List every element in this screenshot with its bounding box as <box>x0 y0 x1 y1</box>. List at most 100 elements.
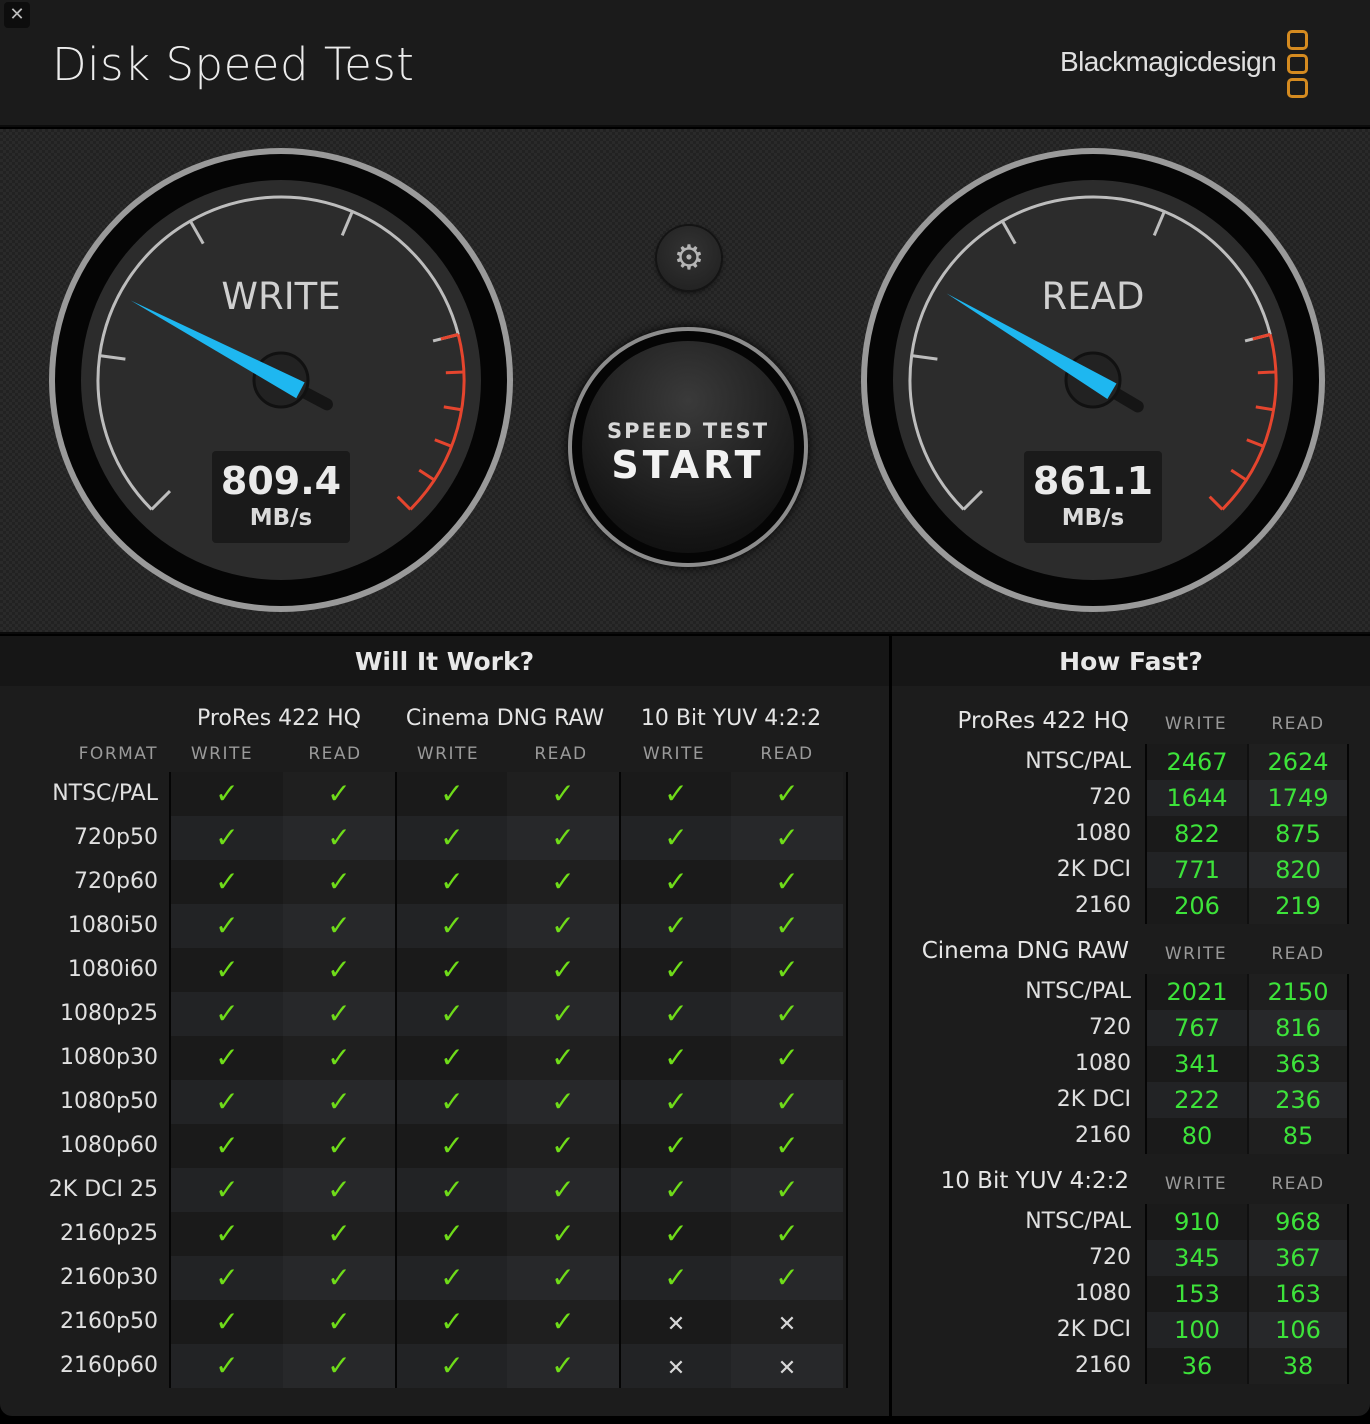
table-row: NTSC/PAL ✓ ✓ ✓ ✓ ✓ ✓ <box>52 772 846 816</box>
section-header: 10 Bit YUV 4:2:2 WRITE READ <box>892 1168 1370 1202</box>
cross-icon: ✕ <box>619 1300 731 1344</box>
format-label: 720 <box>1089 785 1131 810</box>
table-row: NTSC/PAL 2021 2150 <box>1025 974 1347 1010</box>
speed-test-start-button[interactable]: SPEED TEST START <box>568 327 808 567</box>
table-row: 2160p25 ✓ ✓ ✓ ✓ ✓ ✓ <box>60 1212 846 1256</box>
check-icon: ✓ <box>507 1080 619 1124</box>
column-header: WRITE <box>416 744 480 764</box>
check-icon: ✓ <box>395 948 507 992</box>
format-label: 1080p60 <box>60 1133 158 1158</box>
format-label: 1080 <box>1075 821 1131 846</box>
read-fps-value: 163 <box>1247 1276 1347 1312</box>
check-icon: ✓ <box>395 1212 507 1256</box>
read-readout: 861.1 MB/s <box>1024 451 1162 543</box>
write-speed-unit: MB/s <box>249 505 313 531</box>
codec-label: ProRes 422 HQ <box>957 708 1130 734</box>
write-column-header: WRITE <box>1164 1174 1228 1194</box>
check-icon: ✓ <box>619 904 731 948</box>
will-it-work-panel: Will It Work? ProRes 422 HQ Cinema DNG R… <box>0 636 889 1416</box>
check-icon: ✓ <box>171 1168 283 1212</box>
check-icon: ✓ <box>395 1124 507 1168</box>
write-gauge-dial <box>49 148 513 612</box>
check-icon: ✓ <box>283 1212 395 1256</box>
check-icon: ✓ <box>283 1080 395 1124</box>
read-fps-value: 816 <box>1247 1010 1347 1046</box>
check-icon: ✓ <box>619 772 731 816</box>
table-row: 2160 206 219 <box>1075 888 1347 924</box>
check-icon: ✓ <box>395 1036 507 1080</box>
read-gauge-dial <box>861 148 1325 612</box>
format-label: 2160 <box>1075 1123 1131 1148</box>
format-label: 2160p25 <box>60 1221 158 1246</box>
check-icon: ✓ <box>507 1300 619 1344</box>
how-fast-title: How Fast? <box>892 636 1370 686</box>
will-it-work-table: NTSC/PAL ✓ ✓ ✓ ✓ ✓ ✓ 720p50 ✓ ✓ ✓ ✓ ✓ ✓ 720p60 ✓ ✓ ✓ ✓ ✓ ✓ 10… <box>49 772 848 1388</box>
table-row: 720 767 816 <box>1089 1010 1347 1046</box>
check-icon: ✓ <box>619 1212 731 1256</box>
check-icon: ✓ <box>283 1256 395 1300</box>
read-fps-value: 875 <box>1247 816 1347 852</box>
table-row: 2160 36 38 <box>1075 1348 1347 1384</box>
check-icon: ✓ <box>283 816 395 860</box>
format-label: 1080p25 <box>60 1001 158 1026</box>
read-gauge: READ 861.1 MB/s <box>858 145 1328 615</box>
read-fps-value: 85 <box>1247 1118 1347 1154</box>
cross-icon: ✕ <box>619 1344 731 1388</box>
check-icon: ✓ <box>619 816 731 860</box>
read-fps-value: 820 <box>1247 852 1347 888</box>
format-label: 2K DCI 25 <box>48 1177 158 1202</box>
read-fps-value: 1749 <box>1247 780 1347 816</box>
format-label: 2160 <box>1075 1353 1131 1378</box>
table-row: 2K DCI 25 ✓ ✓ ✓ ✓ ✓ ✓ <box>49 1168 846 1212</box>
write-fps-value: 2467 <box>1147 744 1247 780</box>
check-icon: ✓ <box>171 1300 283 1344</box>
check-icon: ✓ <box>171 1256 283 1300</box>
read-fps-value: 106 <box>1247 1312 1347 1348</box>
section-header: ProRes 422 HQ WRITE READ <box>892 708 1370 742</box>
check-icon: ✓ <box>395 904 507 948</box>
codec-label: 10 Bit YUV 4:2:2 <box>940 1168 1129 1194</box>
table-row: 1080 822 875 <box>1075 816 1347 852</box>
cross-icon: ✕ <box>731 1344 843 1388</box>
check-icon: ✓ <box>283 948 395 992</box>
check-icon: ✓ <box>171 772 283 816</box>
check-icon: ✓ <box>395 1256 507 1300</box>
check-icon: ✓ <box>395 816 507 860</box>
check-icon: ✓ <box>507 992 619 1036</box>
check-icon: ✓ <box>395 1300 507 1344</box>
format-label: 720 <box>1089 1245 1131 1270</box>
write-fps-value: 2021 <box>1147 974 1247 1010</box>
read-fps-value: 219 <box>1247 888 1347 924</box>
app-title: Disk Speed Test <box>52 38 415 91</box>
table-row: 2160 80 85 <box>1075 1118 1347 1154</box>
check-icon: ✓ <box>731 904 843 948</box>
check-icon: ✓ <box>619 1256 731 1300</box>
write-column-header: WRITE <box>1164 714 1228 734</box>
write-fps-value: 1644 <box>1147 780 1247 816</box>
table-row: 1080p30 ✓ ✓ ✓ ✓ ✓ ✓ <box>60 1036 846 1080</box>
check-icon: ✓ <box>731 992 843 1036</box>
title-bar: ✕ Disk Speed Test Blackmagicdesign <box>0 0 1370 127</box>
check-icon: ✓ <box>171 860 283 904</box>
write-fps-value: 341 <box>1147 1046 1247 1082</box>
check-icon: ✓ <box>619 992 731 1036</box>
check-icon: ✓ <box>283 1124 395 1168</box>
cross-icon: ✕ <box>731 1300 843 1344</box>
format-label: NTSC/PAL <box>52 781 158 806</box>
check-icon: ✓ <box>731 1036 843 1080</box>
table-row: 2160p50 ✓ ✓ ✓ ✓ ✕ ✕ <box>60 1300 846 1344</box>
column-header: READ <box>534 744 588 764</box>
gauge-redzone-tick <box>445 370 464 375</box>
write-fps-value: 771 <box>1147 852 1247 888</box>
table-row: 2K DCI 771 820 <box>1057 852 1347 888</box>
settings-button[interactable]: ⚙ <box>657 226 721 290</box>
check-icon: ✓ <box>171 816 283 860</box>
gauge-panel: WRITE 809.4 MB/s ⚙ SPEED TEST START READ… <box>0 129 1370 634</box>
close-button[interactable]: ✕ <box>4 2 30 28</box>
check-icon: ✓ <box>171 1212 283 1256</box>
codec-headers: ProRes 422 HQ Cinema DNG RAW 10 Bit YUV … <box>0 706 889 738</box>
gauge-redzone-tick <box>1257 370 1276 375</box>
format-label: 2160 <box>1075 893 1131 918</box>
check-icon: ✓ <box>507 1124 619 1168</box>
format-label: 2K DCI <box>1056 1087 1131 1112</box>
